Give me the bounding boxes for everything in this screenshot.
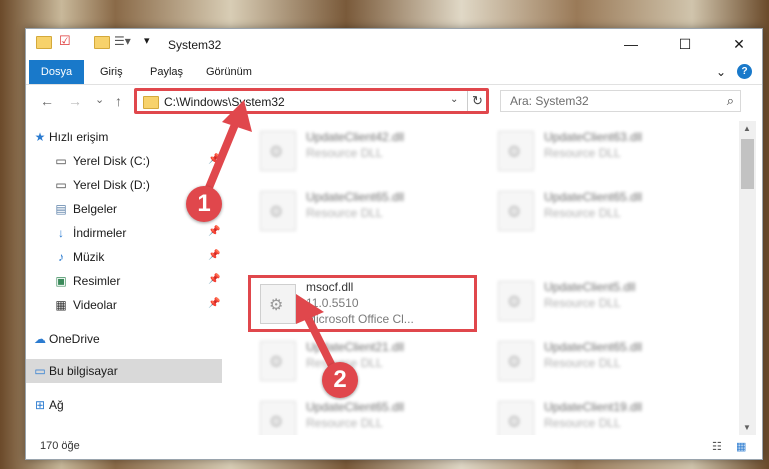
arrow-2 [296,294,336,370]
arrow-1 [204,100,252,194]
step-badge-2: 2 [322,362,358,398]
annotation-arrows [204,100,336,370]
step-badge-1: 1 [186,186,222,222]
